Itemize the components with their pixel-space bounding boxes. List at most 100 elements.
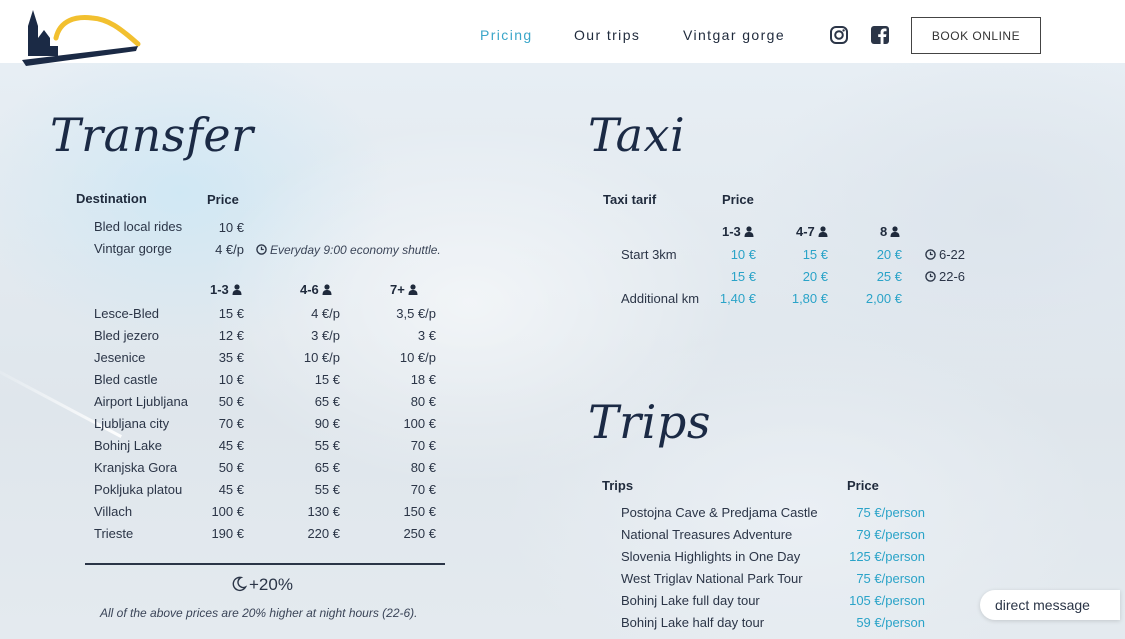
transfer-destination: Bled castle [94, 372, 158, 387]
taxi-col-tarif: Taxi tarif [603, 192, 657, 207]
direct-message-button[interactable]: direct message [980, 590, 1120, 620]
transfer-group-header: 1-3 [210, 282, 242, 297]
transfer-col-price: Price [207, 192, 239, 207]
group-label: 4-7 [796, 224, 815, 239]
transfer-price-4-6: 15 € [314, 372, 340, 387]
transfer-group-header: 7+ [390, 282, 418, 297]
trips-col-price: Price [847, 478, 879, 493]
group-label: 7+ [390, 282, 405, 297]
site-header: Pricing Our trips Vintgar gorge BOOK ONL… [0, 0, 1125, 66]
transfer-price-4-6: 220 € [307, 526, 340, 541]
transfer-price-4-6: 4 €/p [311, 306, 340, 321]
group-label: 8 [880, 224, 888, 239]
nav-pricing[interactable]: Pricing [480, 27, 533, 43]
shuttle-note: Everyday 9:00 economy shuttle. [256, 243, 441, 257]
transfer-price-7-plus: 150 € [403, 504, 436, 519]
divider [85, 563, 445, 565]
trip-name[interactable]: Slovenia Highlights in One Day [621, 549, 800, 564]
taxi-price-4-7: 20 € [802, 269, 828, 284]
taxi-price-8: 2,00 € [865, 291, 902, 306]
taxi-col-price: Price [722, 192, 754, 207]
taxi-price-4-7: 1,80 € [791, 291, 828, 306]
transfer-price-4-6: 55 € [314, 438, 340, 453]
taxi-price-4-7: 15 € [802, 247, 828, 262]
taxi-tarif-label: Start 3km [621, 247, 677, 262]
transfer-price-4-6: 3 €/p [311, 328, 340, 343]
taxi-group-header: 1-3 [722, 224, 754, 239]
transfer-heading: Transfer [50, 108, 254, 162]
trip-price: 75 €/person [856, 505, 925, 520]
transfer-price-7-plus: 3 € [417, 328, 436, 343]
taxi-group-header: 8 [880, 224, 900, 239]
trip-name[interactable]: Bohinj Lake half day tour [621, 615, 764, 630]
transfer-price-1-3: 100 € [211, 504, 244, 519]
transfer-destination: Bohinj Lake [94, 438, 162, 453]
transfer-local-name: Bled local rides [94, 219, 183, 234]
transfer-price-1-3: 45 € [218, 438, 244, 453]
trips-heading: Trips [588, 395, 711, 449]
transfer-price-7-plus: 80 € [410, 460, 436, 475]
taxi-hours-text: 6-22 [939, 247, 966, 262]
transfer-price-1-3: 70 € [218, 416, 244, 431]
taxi-price-8: 20 € [876, 247, 902, 262]
trip-name[interactable]: Bohinj Lake full day tour [621, 593, 760, 608]
transfer-price-1-3: 12 € [218, 328, 244, 343]
transfer-destination: Jesenice [94, 350, 146, 365]
person-icon [322, 284, 332, 295]
taxi-price-1-3: 15 € [730, 269, 756, 284]
logo-icon[interactable] [20, 6, 144, 68]
group-label: 4-6 [300, 282, 319, 297]
transfer-price-7-plus: 3,5 €/p [396, 306, 436, 321]
transfer-price-1-3: 50 € [218, 460, 244, 475]
trip-price: 105 €/person [849, 593, 925, 608]
taxi-price-8: 25 € [876, 269, 902, 284]
transfer-price-4-6: 90 € [314, 416, 340, 431]
transfer-price-7-plus: 70 € [410, 482, 436, 497]
clock-icon [925, 271, 936, 282]
trip-price: 125 €/person [849, 549, 925, 564]
transfer-local-name: Vintgar gorge [94, 241, 172, 256]
person-icon [890, 226, 900, 237]
trips-col-trips: Trips [602, 478, 634, 493]
transfer-price-1-3: 10 € [218, 372, 244, 387]
night-surcharge: +20% [231, 575, 293, 595]
transfer-local-price: 10 € [218, 220, 244, 235]
transfer-destination: Ljubljana city [94, 416, 170, 431]
transfer-destination: Airport Ljubljana [94, 394, 188, 409]
night-note: All of the above prices are 20% higher a… [100, 606, 418, 620]
group-label: 1-3 [722, 224, 741, 239]
instagram-icon[interactable] [829, 25, 849, 45]
taxi-price-1-3: 10 € [730, 247, 756, 262]
transfer-price-7-plus: 100 € [403, 416, 436, 431]
trip-name[interactable]: West Triglav National Park Tour [621, 571, 803, 586]
trip-price: 75 €/person [856, 571, 925, 586]
nav-vintgar-gorge[interactable]: Vintgar gorge [683, 27, 785, 43]
transfer-price-1-3: 35 € [218, 350, 244, 365]
transfer-price-1-3: 15 € [218, 306, 244, 321]
taxi-hours: 22-6 [925, 269, 965, 284]
transfer-price-7-plus: 80 € [410, 394, 436, 409]
transfer-destination: Bled jezero [94, 328, 160, 343]
transfer-destination: Villach [94, 504, 133, 519]
transfer-price-7-plus: 250 € [403, 526, 436, 541]
taxi-price-1-3: 1,40 € [719, 291, 756, 306]
facebook-icon[interactable] [870, 25, 890, 45]
taxi-tarif-label: Additional km [621, 291, 700, 306]
transfer-price-7-plus: 18 € [410, 372, 436, 387]
taxi-hours: 6-22 [925, 247, 965, 262]
transfer-destination: Kranjska Gora [94, 460, 178, 475]
transfer-local-price: 4 €/p [215, 242, 244, 257]
transfer-price-1-3: 190 € [211, 526, 244, 541]
trip-name[interactable]: National Treasures Adventure [621, 527, 792, 542]
trip-name[interactable]: Postojna Cave & Predjama Castle [621, 505, 818, 520]
transfer-price-4-6: 55 € [314, 482, 340, 497]
clock-icon [925, 249, 936, 260]
transfer-destination: Trieste [94, 526, 134, 541]
transfer-price-1-3: 45 € [218, 482, 244, 497]
book-online-button[interactable]: BOOK ONLINE [911, 17, 1041, 54]
nav-our-trips[interactable]: Our trips [574, 27, 640, 43]
transfer-price-7-plus: 70 € [410, 438, 436, 453]
transfer-destination: Pokljuka platou [94, 482, 183, 497]
transfer-destination: Lesce-Bled [94, 306, 160, 321]
transfer-price-7-plus: 10 €/p [399, 350, 436, 365]
